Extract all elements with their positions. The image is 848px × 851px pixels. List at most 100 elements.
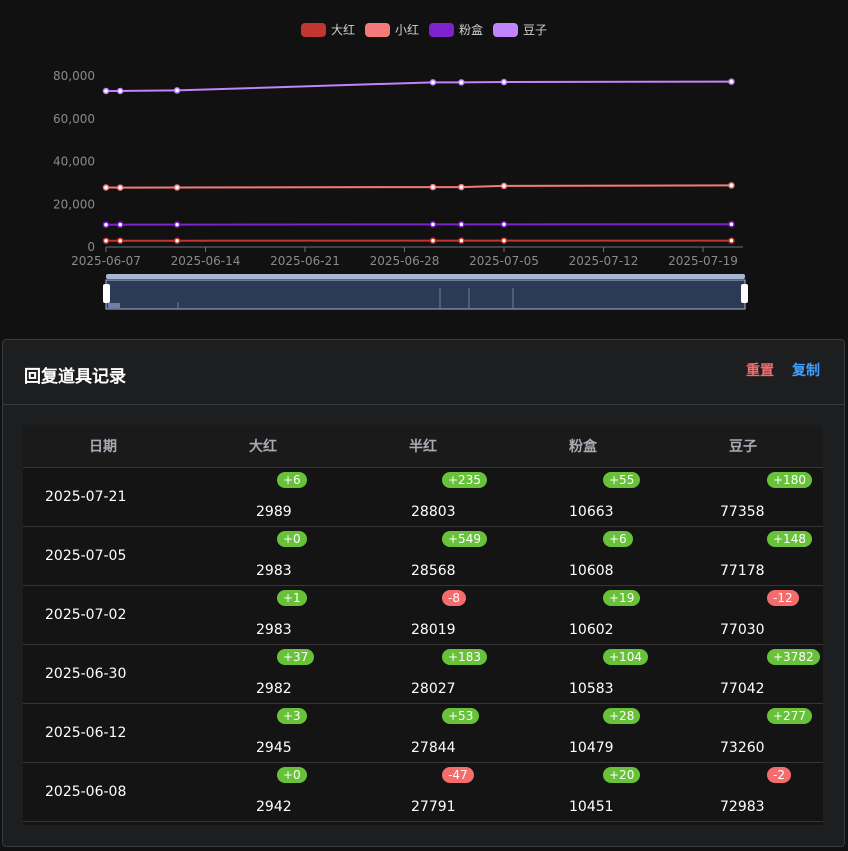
value-text: 77030: [720, 622, 765, 638]
table-row[interactable]: 2025-06-30 2982 +37 28027 +183 10583 +104 77042…: [23, 644, 823, 704]
date-cell: [23, 821, 183, 825]
date-cell: 2025-06-08: [23, 762, 183, 822]
record-table-wrap[interactable]: 日期 大红 半红 粉盒 豆子 2025-07-21 2989 +6 28803 +235…: [23, 425, 823, 825]
value-text: 28568: [411, 563, 456, 579]
delta-badge: +235: [442, 472, 487, 488]
data-point: [500, 221, 508, 228]
x-tick-label: 2025-07-19: [668, 254, 738, 268]
series-line: [105, 80, 732, 92]
value-cell: +0: [343, 821, 503, 825]
column-header-douzi[interactable]: 豆子: [663, 425, 823, 468]
delta-badge: +3: [277, 708, 307, 724]
zoom-slider-body: [105, 279, 746, 310]
table-row[interactable]: 2025-07-02 2983 +1 28019 -8 10602 +19 77030 -12: [23, 585, 823, 645]
data-point: [458, 221, 465, 228]
y-tick-label: 60,000: [53, 112, 95, 126]
value-text: 2989: [256, 504, 292, 520]
delta-badge: +104: [603, 649, 648, 665]
data-point: [102, 184, 110, 191]
date-cell: 2025-06-30: [23, 644, 183, 704]
delta-badge: +3782: [767, 649, 820, 665]
value-text: 10602: [569, 622, 614, 638]
data-point: [429, 79, 437, 86]
value-text: 2983: [256, 563, 292, 579]
delta-badge: +6: [277, 472, 307, 488]
card-title: 回复道具记录: [24, 367, 126, 387]
value-text: 2983: [256, 622, 292, 638]
data-point: [500, 182, 508, 190]
x-tick-label: 2025-06-21: [270, 254, 340, 268]
value-cell: 28568 +549: [343, 526, 503, 586]
value-text: 27791: [411, 799, 456, 815]
value-cell: 2982 +37: [183, 644, 343, 704]
value-text: 72983: [720, 799, 765, 815]
column-header-fenhe[interactable]: 粉盒: [503, 425, 663, 468]
value-cell: 73260 +277: [663, 703, 823, 763]
delta-badge: +6: [603, 531, 633, 547]
value-cell: 77358 +180: [663, 467, 823, 527]
column-header-banhong[interactable]: 半红: [343, 425, 503, 468]
value-cell: 10602 +19: [503, 585, 663, 645]
data-point: [429, 237, 437, 244]
delta-badge: -12: [767, 590, 799, 606]
data-point: [102, 87, 110, 95]
value-cell: +0: [183, 821, 343, 825]
value-cell: 10583 +104: [503, 644, 663, 704]
value-cell: +0: [663, 821, 823, 825]
table-row[interactable]: 2025-07-21 2989 +6 28803 +235 10663 +55 77358 +1…: [23, 467, 823, 527]
value-text: 10583: [569, 681, 614, 697]
date-cell: 2025-07-02: [23, 585, 183, 645]
zoom-slider-bar: [108, 303, 120, 308]
data-point: [102, 221, 110, 228]
value-cell: 10451 +20: [503, 762, 663, 822]
delta-badge: +1: [277, 590, 307, 606]
value-text: 77178: [720, 563, 765, 579]
delta-badge: +53: [442, 708, 480, 724]
data-point: [116, 221, 124, 228]
value-cell: 10479 +28: [503, 703, 663, 763]
value-text: 28019: [411, 622, 456, 638]
table-header-row: 日期 大红 半红 粉盒 豆子: [23, 425, 823, 468]
data-point: [458, 183, 465, 191]
delta-badge: +20: [603, 767, 641, 783]
column-header-dahong[interactable]: 大红: [183, 425, 343, 468]
data-point: [728, 220, 735, 228]
copy-button[interactable]: 复制: [792, 360, 820, 380]
line-chart: 2025-06-07 2025-06-14 2025-06-21 2025-06-28…: [53, 69, 748, 310]
y-tick-label: 20,000: [53, 197, 95, 211]
data-point: [173, 221, 181, 228]
x-tick-label: 2025-07-12: [569, 254, 639, 268]
x-tick-label: 2025-06-14: [171, 254, 241, 268]
delta-badge: +37: [277, 649, 315, 665]
table-row[interactable]: 2025-06-08 2942 +0 27791 -47 10451 +20 72983 -2: [23, 762, 823, 822]
x-tick-label: 2025-07-05: [469, 254, 539, 268]
delta-badge: +277: [767, 708, 812, 724]
table-row[interactable]: +0+0+0+0: [23, 821, 823, 825]
value-cell: 2989 +6: [183, 467, 343, 527]
zoom-handle-right: [741, 284, 748, 303]
data-point: [116, 87, 124, 95]
value-text: 73260: [720, 740, 765, 756]
y-tick-label: 0: [87, 240, 95, 254]
x-tick-label: 2025-06-28: [370, 254, 440, 268]
delta-badge: +19: [603, 590, 641, 606]
column-header-date[interactable]: 日期: [23, 425, 183, 468]
value-text: 28803: [411, 504, 456, 520]
value-cell: 72983 -2: [663, 762, 823, 822]
record-card: 回复道具记录 重置 复制 日期 大红 半红 粉盒 豆子 2025-07-21 29…: [2, 339, 845, 847]
value-cell: 27791 -47: [343, 762, 503, 822]
value-cell: 28027 +183: [343, 644, 503, 704]
table-row[interactable]: 2025-07-05 2983 +0 28568 +549 10608 +6 77178 +14…: [23, 526, 823, 586]
value-text: 10451: [569, 799, 614, 815]
value-text: 77042: [720, 681, 765, 697]
value-cell: 10663 +55: [503, 467, 663, 527]
reset-button[interactable]: 重置: [746, 360, 774, 380]
value-cell: 77178 +148: [663, 526, 823, 586]
data-point: [173, 237, 181, 244]
delta-badge: +180: [767, 472, 812, 488]
x-tick-label: 2025-06-07: [71, 254, 141, 268]
data-point: [173, 184, 181, 191]
table-row[interactable]: 2025-06-12 2945 +3 27844 +53 10479 +28 73260 +27…: [23, 703, 823, 763]
value-cell: 77030 -12: [663, 585, 823, 645]
value-cell: +0: [503, 821, 663, 825]
